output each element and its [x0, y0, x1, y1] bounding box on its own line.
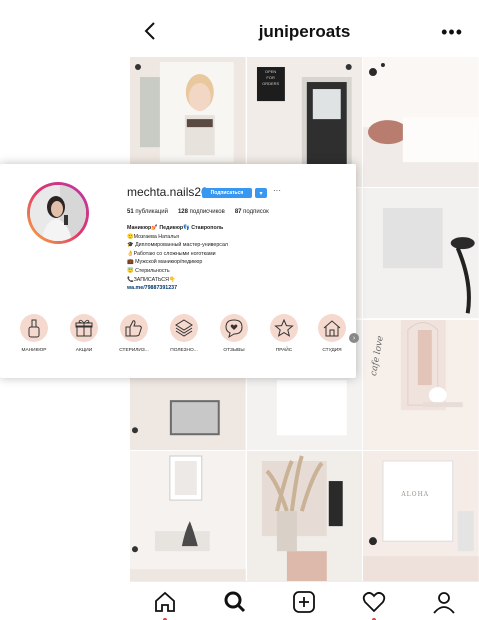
suggestions-dropdown-button[interactable]: ▾ — [255, 188, 267, 198]
profile-icon[interactable] — [431, 589, 457, 615]
bio-line: 👌Работаю со сложными ноготками — [127, 250, 216, 257]
bio-line: 😇 Стерильность — [127, 267, 170, 274]
bottom-tab-bar — [130, 581, 479, 620]
profile-more-icon[interactable]: ··· — [273, 186, 281, 195]
highlight-studio[interactable]: СТУДИЯ — [310, 314, 354, 353]
highlight-label: СТУДИЯ — [322, 348, 342, 353]
thumbs-up-icon — [125, 320, 142, 337]
grid-post-3[interactable] — [363, 57, 479, 188]
avatar — [30, 185, 86, 241]
more-options-icon[interactable]: ••• — [441, 23, 463, 41]
account-title: juniperoats — [258, 22, 351, 41]
profile-stats: 51 публикаций 128 подписчиков 87 подписо… — [127, 209, 269, 215]
highlight-promotions[interactable]: АКЦИИ — [62, 314, 106, 353]
following-count[interactable]: 87 подписок — [235, 209, 269, 215]
home-icon[interactable] — [152, 589, 178, 620]
grid-post-9[interactable]: cafe love — [363, 319, 479, 450]
gift-icon — [75, 319, 93, 337]
posts-count: 51 публикаций — [127, 209, 168, 215]
highlight-label: АКЦИИ — [75, 348, 93, 353]
top-bar: juniperoats ••• — [130, 0, 479, 64]
highlight-sterilization[interactable]: СТЕРИЛИЗ... — [112, 314, 156, 353]
followers-count[interactable]: 128 подписчиков — [178, 209, 225, 215]
back-arrow-icon[interactable] — [140, 20, 162, 42]
highlight-label: ОТЗЫВЫ — [223, 348, 245, 353]
grid-post-10[interactable] — [130, 450, 246, 581]
add-post-icon[interactable] — [291, 589, 317, 615]
profile-username: mechta.nails26 — [127, 185, 208, 199]
profile-bio: Маникюр💅 Педикюр👣 Ставрополь 🙂Мозгаева Н… — [127, 224, 228, 293]
follow-button[interactable]: Подписаться — [202, 188, 252, 198]
heart-icon[interactable] — [361, 589, 387, 620]
highlight-label: ПОЛЕЗНО... — [170, 348, 198, 353]
highlights-next-button[interactable]: › — [349, 333, 359, 343]
chat-heart-icon — [225, 319, 243, 339]
grid-post-6[interactable] — [363, 188, 479, 319]
bio-line: 🙂Мозгаева Наталья — [127, 233, 179, 240]
open-for-orders-sign: OPEN FOR ORDERS — [262, 69, 280, 86]
highlight-label: ПРАЙС — [275, 348, 293, 353]
star-icon — [274, 318, 294, 337]
search-icon[interactable] — [222, 589, 248, 615]
bio-line: Маникюр💅 Педикюр👣 Ставрополь — [127, 225, 224, 231]
profile-card: mechta.nails26 Подписаться ▾ ··· 51 публ… — [0, 164, 359, 378]
highlight-useful[interactable]: ПОЛЕЗНО... — [162, 314, 206, 353]
home-icon — [323, 320, 341, 337]
avatar-ring[interactable] — [27, 182, 89, 244]
layers-icon — [175, 319, 193, 337]
highlight-label: МАНИКЮР — [21, 348, 47, 353]
grid-post-12[interactable]: ALOHA — [363, 450, 479, 581]
grid-post-11[interactable] — [246, 450, 363, 581]
bio-line: 📞ЗАПИСАТЬСЯ👇 — [127, 276, 176, 283]
aloha-text: ALOHA — [401, 490, 430, 498]
bio-link[interactable]: wa.me/79887391237 — [127, 284, 228, 293]
highlight-reviews[interactable]: ОТЗЫВЫ — [212, 314, 256, 353]
bio-line: 🎓 Дипломированный мастер-универсал — [127, 242, 228, 249]
highlight-label: СТЕРИЛИЗ... — [119, 348, 149, 353]
highlight-manicure[interactable]: МАНИКЮР — [12, 314, 56, 353]
highlight-prices[interactable]: ПРАЙС — [262, 314, 306, 353]
bio-line: 💼 Мужской маникюр/педикюр — [127, 259, 203, 266]
nail-polish-icon — [28, 319, 40, 338]
